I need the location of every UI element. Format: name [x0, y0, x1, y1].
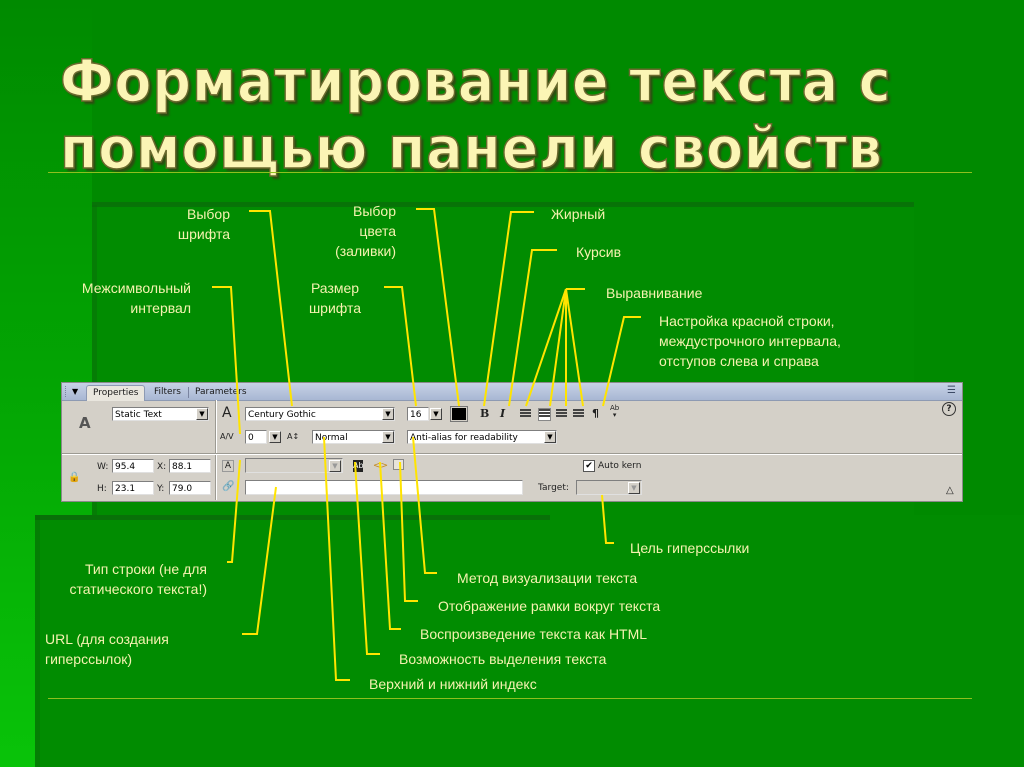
align-left-icon[interactable]	[520, 409, 531, 420]
label-line: Тип строки (не для	[84, 561, 207, 577]
footer-rule	[48, 698, 972, 699]
panel-options-menu-icon[interactable]: ☰	[947, 385, 956, 396]
label-line: гиперссылок)	[45, 651, 133, 667]
label-selectable: Возможность выделения текста	[399, 651, 607, 667]
label-line: Размер	[310, 280, 360, 296]
y-input[interactable]: 79.0	[169, 481, 211, 495]
chevron-down-icon[interactable]: ▼	[382, 431, 394, 443]
label-line: статического текста!)	[69, 581, 207, 597]
panel-grip-handle[interactable]	[65, 386, 69, 397]
label-line: отступов слева и справа	[659, 353, 819, 369]
label-line: Выбор	[353, 203, 396, 219]
y-label: Y:	[157, 484, 165, 494]
height-label: H:	[97, 484, 107, 494]
show-border-icon[interactable]	[393, 459, 404, 470]
label-line: (заливки)	[335, 243, 396, 259]
target-label: Target:	[538, 483, 569, 493]
align-center-icon[interactable]	[538, 408, 551, 421]
label-alignment: Выравнивание	[606, 285, 703, 301]
x-input[interactable]: 88.1	[169, 459, 211, 473]
auto-kern-checkbox[interactable]: ✔	[583, 460, 595, 472]
link-icon: 🔗	[222, 481, 235, 492]
label-line: интервал	[130, 300, 191, 316]
label-italic: Курсив	[576, 244, 622, 260]
fill-color-swatch[interactable]	[450, 406, 468, 422]
align-justify-icon[interactable]	[573, 409, 584, 420]
width-label: W:	[97, 462, 109, 472]
line-type-icon: A	[222, 460, 234, 472]
auto-kern-label: Auto kern	[598, 461, 642, 471]
font-size-input[interactable]: 16	[407, 407, 429, 421]
tab-properties[interactable]: Properties	[86, 385, 146, 401]
letter-spacing-icon: A/V	[220, 432, 234, 441]
letter-spacing-input[interactable]: 0	[245, 430, 267, 444]
label-line: Межсимвольный	[81, 280, 191, 296]
chevron-down-icon[interactable]: ▼	[382, 408, 394, 420]
background-panel-lower-shadow-vertical	[35, 515, 40, 767]
slide-title: Форматирование текста с помощью панели с…	[59, 47, 897, 183]
label-bold: Жирный	[551, 206, 606, 222]
tab-parameters[interactable]: Parameters	[189, 385, 253, 400]
text-tool-icon: A	[79, 414, 91, 432]
label-line-type: Тип строки (не для статического текста!)	[30, 559, 207, 599]
x-label: X:	[157, 462, 167, 472]
label-render-html: Воспроизведение текста как HTML	[420, 626, 648, 642]
label-line: шрифта	[308, 300, 362, 316]
label-line: Настройка красной строки,	[659, 313, 835, 329]
text-orientation-icon[interactable]: Ab ▾	[610, 405, 619, 419]
bold-icon[interactable]: B	[480, 408, 489, 420]
label-line: URL (для создания	[45, 631, 169, 647]
label-fill-color: Выбор цвета (заливки)	[300, 201, 396, 261]
label-letter-spacing: Межсимвольный интервал	[40, 278, 191, 318]
tab-filters[interactable]: Filters	[148, 385, 187, 400]
selectable-text-icon[interactable]: Ab	[353, 460, 364, 472]
italic-icon[interactable]: I	[500, 408, 505, 420]
chevron-down-icon[interactable]: ▼	[329, 460, 341, 472]
label-line: цвета	[359, 223, 396, 239]
height-input[interactable]: 23.1	[112, 481, 154, 495]
text-type-select[interactable]: Static Text	[112, 407, 209, 421]
letter-spacing-dropdown-icon[interactable]: ▼	[269, 431, 281, 443]
properties-panel: ▼ Properties Filters Parameters ☰ A Stat…	[61, 382, 963, 502]
font-icon: A	[222, 405, 232, 421]
lock-icon[interactable]: 🔒	[68, 472, 80, 484]
width-input[interactable]: 95.4	[112, 459, 154, 473]
chevron-down-icon[interactable]: ▼	[544, 431, 556, 443]
label-render-method: Метод визуализации текста	[457, 570, 638, 586]
panel-tab-bar: ▼ Properties Filters Parameters ☰	[62, 383, 962, 401]
url-input[interactable]	[245, 480, 523, 495]
label-link-target: Цель гиперссылки	[630, 540, 750, 556]
label-url: URL (для создания гиперссылок)	[45, 629, 169, 669]
character-position-icon: A↕	[287, 432, 300, 441]
label-line: шрифта	[177, 226, 230, 242]
panel-divider-horizontal	[62, 453, 962, 455]
chevron-down-icon[interactable]: ▼	[628, 482, 640, 494]
label-show-border: Отображение рамки вокруг текста	[438, 598, 661, 614]
label-line: междустрочного интервала,	[659, 333, 841, 349]
title-underline	[48, 172, 972, 173]
font-size-dropdown-icon[interactable]: ▼	[430, 408, 442, 420]
chevron-down-icon[interactable]: ▼	[196, 408, 208, 420]
collapse-panel-icon[interactable]: △	[946, 485, 954, 497]
anti-alias-select[interactable]: Anti-alias for readability	[407, 430, 557, 444]
panel-divider-vertical	[215, 400, 217, 500]
paragraph-format-icon[interactable]: ¶	[592, 408, 599, 420]
background-panel-lower-shadow	[35, 515, 550, 520]
slide-title-line1: Форматирование текста с	[59, 47, 892, 116]
align-right-icon[interactable]	[556, 409, 567, 420]
help-icon[interactable]: ?	[942, 402, 956, 416]
label-font-select: Выбор шрифта	[160, 204, 230, 244]
label-font-size: Размер шрифта	[297, 278, 373, 318]
label-paragraph: Настройка красной строки, междустрочного…	[659, 311, 841, 371]
font-family-select[interactable]: Century Gothic	[245, 407, 395, 421]
label-line: Выбор	[187, 206, 230, 222]
render-html-icon[interactable]: <>	[373, 460, 388, 472]
collapse-arrow-icon[interactable]: ▼	[72, 387, 78, 396]
label-superscript: Верхний и нижний индекс	[369, 676, 537, 692]
